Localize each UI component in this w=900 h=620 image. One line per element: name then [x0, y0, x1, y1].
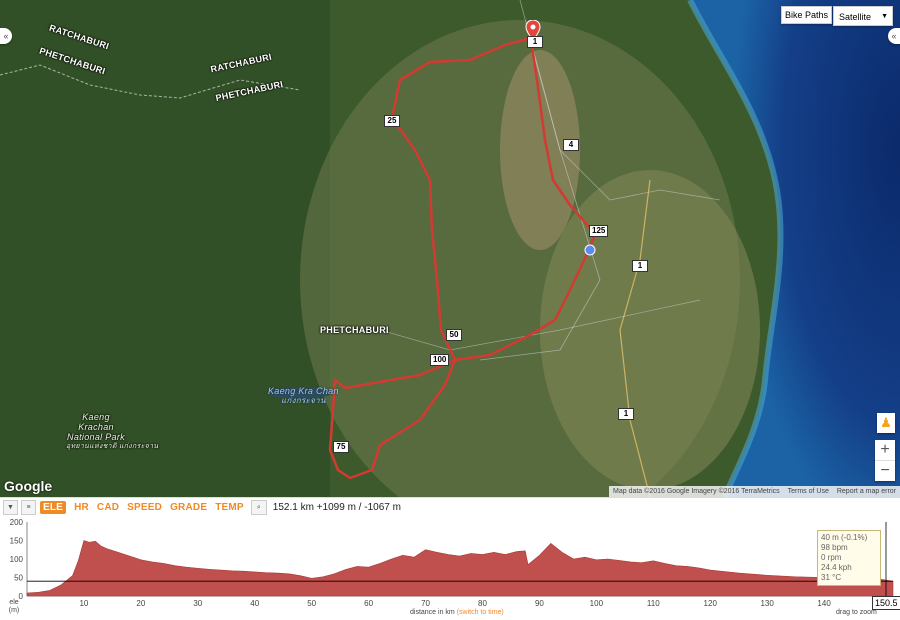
zoom-out-button[interactable]: −: [875, 461, 895, 481]
road-shield: 50: [446, 329, 462, 341]
zoom-control: + −: [875, 440, 895, 481]
bike-paths-toggle[interactable]: Bike Paths: [781, 6, 833, 24]
x-tick-label: 110: [647, 599, 660, 608]
x-tick-label: 100: [590, 599, 604, 608]
x-tick-label: 80: [478, 599, 487, 608]
lake-label-latin: Kaeng Kra Chan: [268, 386, 339, 396]
map-type-select[interactable]: Satellite ▼: [833, 6, 893, 26]
tooltip-line: 0 rpm: [821, 553, 842, 562]
profile-toolbar: ▼ ≡ ELE HR CAD SPEED GRADE TEMP ⌕ 152.1 …: [0, 497, 900, 517]
tab-speed[interactable]: SPEED: [127, 502, 162, 513]
route-summary: 152.1 km +1099 m / -1067 m: [272, 502, 401, 513]
tab-cad[interactable]: CAD: [97, 502, 119, 513]
position-dot: [584, 244, 596, 256]
park-label-line: National Park: [67, 432, 125, 442]
switch-to-time-link[interactable]: (switch to time): [457, 609, 504, 616]
drag-hint: drag to zoom: [836, 609, 877, 616]
road-shield: 100: [430, 354, 450, 366]
y-tick-label: 0: [19, 592, 24, 601]
x-tick-label: 20: [136, 599, 145, 608]
tooltip-line: 40 m (-0.1%): [821, 533, 868, 542]
x-tick-label: 30: [193, 599, 202, 608]
menu-icon[interactable]: ≡: [21, 500, 36, 515]
lake-label-thai: แก่งกระจาน: [281, 396, 326, 405]
road-shield: 75: [333, 441, 349, 453]
elevation-area: [26, 540, 894, 597]
tab-ele[interactable]: ELE: [40, 501, 67, 514]
x-tick-label: 10: [79, 599, 88, 608]
x-tick-label: 50: [307, 599, 316, 608]
map-attribution: Map data ©2016 Google Imagery ©2016 Terr…: [609, 486, 900, 497]
road-shield: 1: [618, 408, 634, 420]
park-label-thai: อุทยานแห่งชาติ แก่งกระจาน: [66, 443, 159, 450]
map-type-value: Satellite: [839, 12, 872, 22]
y-axis-unit: (m): [9, 607, 20, 614]
x-axis: 10 20 30 40 50 60 70 80 90 100 110 120 130 140: [27, 595, 893, 608]
attribution-text: Map data ©2016 Google Imagery ©2016 Terr…: [613, 488, 780, 495]
road-shield: 4: [563, 139, 579, 151]
elevation-chart[interactable]: 0 50 100 150 200 10 20 30 40 50 60 70 80 90 100 110 120…: [0, 516, 900, 620]
zoom-search-icon[interactable]: ⌕: [250, 500, 267, 515]
map-imagery: [0, 0, 900, 497]
tab-temp[interactable]: TEMP: [215, 502, 244, 513]
region-label: PHETCHABURI: [320, 325, 389, 335]
google-logo: Google: [4, 478, 53, 494]
expand-right-icon[interactable]: «: [888, 28, 900, 44]
cursor-distance-label: 150.5: [872, 596, 900, 610]
dropdown-caret-icon: ▼: [881, 13, 888, 20]
x-tick-label: 140: [817, 599, 831, 608]
report-error-link[interactable]: Report a map error: [837, 486, 896, 497]
satellite-map[interactable]: RATCHABURI PHETCHABURI RATCHABURI PHETCH…: [0, 0, 900, 497]
terms-link[interactable]: Terms of Use: [788, 486, 829, 497]
tab-hr[interactable]: HR: [74, 502, 89, 513]
tab-grade[interactable]: GRADE: [170, 502, 207, 513]
x-tick-label: 60: [364, 599, 373, 608]
road-shield: 125: [589, 225, 609, 237]
y-tick-label: 50: [14, 574, 23, 583]
tooltip-line: 98 bpm: [821, 543, 848, 552]
start-marker-number: 1: [527, 36, 543, 48]
x-tick-label: 40: [250, 599, 259, 608]
park-label: Kaeng Krachan National Park อุทยานแห่งชา…: [66, 412, 159, 452]
park-label-line: Krachan: [78, 422, 114, 432]
x-axis-label: distance in km (switch to time): [410, 609, 504, 616]
x-axis-title: distance in km: [410, 609, 455, 616]
profile-tooltip: 40 m (-0.1%) 98 bpm 0 rpm 24.4 kph 31 °C: [817, 530, 881, 586]
collapse-icon[interactable]: ▼: [3, 500, 18, 515]
road-shield: 25: [384, 115, 400, 127]
y-axis-label: ele: [9, 599, 18, 606]
tooltip-line: 24.4 kph: [821, 563, 852, 572]
x-tick-label: 70: [421, 599, 430, 608]
y-tick-label: 200: [10, 518, 24, 527]
start-marker[interactable]: 1: [525, 19, 543, 48]
tooltip-line: 31 °C: [821, 573, 842, 582]
lake-label: Kaeng Kra Chan แก่งกระจาน: [268, 386, 339, 406]
street-view-pegman-icon[interactable]: ♟: [877, 413, 895, 433]
y-axis: 0 50 100 150 200: [10, 518, 28, 601]
zoom-in-button[interactable]: +: [875, 440, 895, 460]
y-tick-label: 100: [10, 555, 24, 564]
x-tick-label: 90: [535, 599, 544, 608]
road-shield: 1: [632, 260, 648, 272]
park-label-line: Kaeng: [82, 412, 110, 422]
x-tick-label: 130: [760, 599, 774, 608]
y-tick-label: 150: [10, 537, 24, 546]
x-tick-label: 120: [704, 599, 718, 608]
